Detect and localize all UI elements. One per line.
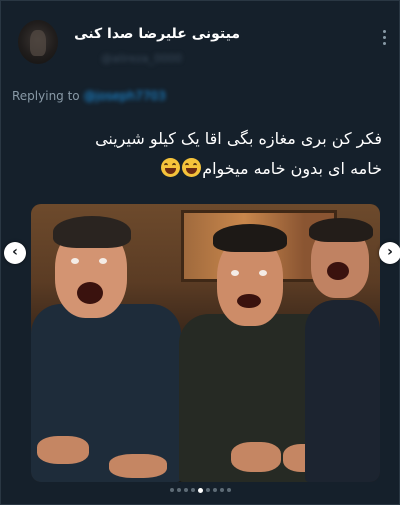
tweet-text-line-1: فکر کن بری مغازه بگی اقا یک کیلو شیرینی: [95, 129, 382, 148]
laughing-emoji-icon: [182, 158, 202, 177]
laughing-emoji-icon: [161, 158, 181, 177]
tweet-text: فکر کن بری مغازه بگی اقا یک کیلو شیرینی …: [22, 124, 382, 184]
carousel-prev-button[interactable]: ‹: [4, 242, 26, 264]
carousel-next-button[interactable]: ›: [379, 242, 400, 264]
avatar[interactable]: [18, 20, 58, 64]
carousel-dot[interactable]: [205, 488, 210, 492]
more-vertical-icon-dot: [382, 41, 386, 45]
tweet-text-line-2-wrap: خامه ای بدون خامه میخوام: [22, 154, 382, 184]
carousel-dot[interactable]: [190, 488, 195, 492]
carousel-dot[interactable]: [183, 488, 188, 492]
carousel-indicator: [0, 487, 400, 498]
carousel-dot[interactable]: [212, 488, 217, 492]
carousel-dot[interactable]: [226, 488, 231, 492]
tweet-image[interactable]: [31, 204, 380, 482]
carousel-dot-active[interactable]: [197, 487, 203, 493]
user-handle[interactable]: @alireza_0000: [101, 52, 182, 65]
tweet-text-line-2: خامه ای بدون خامه میخوام: [202, 159, 382, 178]
more-options-button[interactable]: [376, 26, 392, 48]
more-vertical-icon-dot: [382, 35, 386, 39]
more-vertical-icon: [382, 29, 386, 33]
replying-to: Replying to @joseph7703: [12, 89, 166, 103]
carousel-dot[interactable]: [169, 488, 174, 492]
display-name[interactable]: میتونی علیرضا صدا کنی: [74, 26, 240, 42]
carousel-dot[interactable]: [219, 488, 224, 492]
replying-to-label: Replying to: [12, 89, 80, 103]
tweet-header: میتونی علیرضا صدا کنی @alireza_0000: [0, 0, 400, 80]
image-person-right: [299, 204, 380, 482]
replying-to-mention[interactable]: @joseph7703: [84, 89, 166, 103]
image-person-left: [31, 204, 181, 482]
carousel-dot[interactable]: [176, 488, 181, 492]
